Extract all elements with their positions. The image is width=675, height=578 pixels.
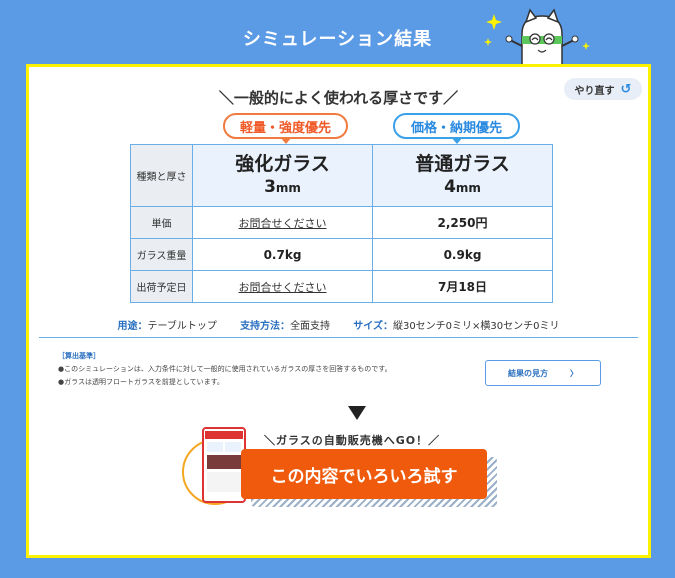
glass-name: 強化ガラス [235, 153, 330, 175]
row-label: 種類と厚さ [130, 144, 193, 207]
try-variations-button[interactable]: この内容でいろいろ試す [241, 449, 487, 499]
calculation-basis: ［算出基準］ ●このシミュレーションは、入力条件に対して一般的に使用されているガ… [58, 352, 392, 386]
weight-cell: 0.9kg [372, 238, 553, 271]
ship-date-cell: お問合せください [192, 270, 373, 303]
conditions-summary: 用途：テーブルトップ 支持方法：全面支持 サイズ：縦30センチ0ミリ×横30セン… [117, 321, 560, 332]
mascot-illustration [484, 8, 590, 68]
weight-cell: 0.7kg [192, 238, 373, 271]
table-row: 出荷予定日 お問合せください 7月18日 [130, 270, 553, 303]
table-row: ガラス重量 0.7kg 0.9kg [130, 238, 553, 271]
how-to-read-button[interactable]: 結果の見方 〉 [485, 360, 601, 386]
chevron-right-icon: 〉 [570, 368, 578, 378]
glass-name: 普通ガラス [415, 153, 510, 175]
table-row: 単価 お問合せください 2,250円 [130, 206, 553, 239]
comparison-table: 種類と厚さ 強化ガラス 3mm 普通ガラス 4mm 単価 お問合せください 2,… [130, 144, 553, 303]
inquiry-link[interactable]: お問合せください [239, 281, 327, 294]
price-cell: 2,250円 [372, 206, 553, 239]
row-label: ガラス重量 [130, 238, 193, 271]
row-label: 単価 [130, 206, 193, 239]
vending-machine-prompt: ＼ガラスの自動販売機へGO！／ [264, 434, 441, 447]
inquiry-link[interactable]: お問合せください [239, 217, 327, 230]
normal-glass-cell: 普通ガラス 4mm [372, 144, 553, 207]
result-panel: やり直す ↺ ＼一般的によく使われる厚さです／ 軽量・強度優先 価格・納期優先 … [26, 64, 651, 558]
table-row: 種類と厚さ 強化ガラス 3mm 普通ガラス 4mm [130, 144, 553, 207]
price-cell: お問合せください [192, 206, 373, 239]
tempered-glass-cell: 強化ガラス 3mm [192, 144, 373, 207]
common-thickness-heading: ＼一般的によく使われる厚さです／ [218, 89, 459, 107]
glass-thickness: 3mm [264, 177, 301, 197]
glass-thickness: 4mm [444, 177, 481, 197]
price-priority-badge: 価格・納期優先 [393, 113, 520, 144]
ship-date-cell: 7月18日 [372, 270, 553, 303]
strength-priority-badge: 軽量・強度優先 [223, 113, 348, 144]
row-label: 出荷予定日 [130, 270, 193, 303]
divider [39, 337, 638, 338]
down-triangle-icon [348, 406, 366, 420]
